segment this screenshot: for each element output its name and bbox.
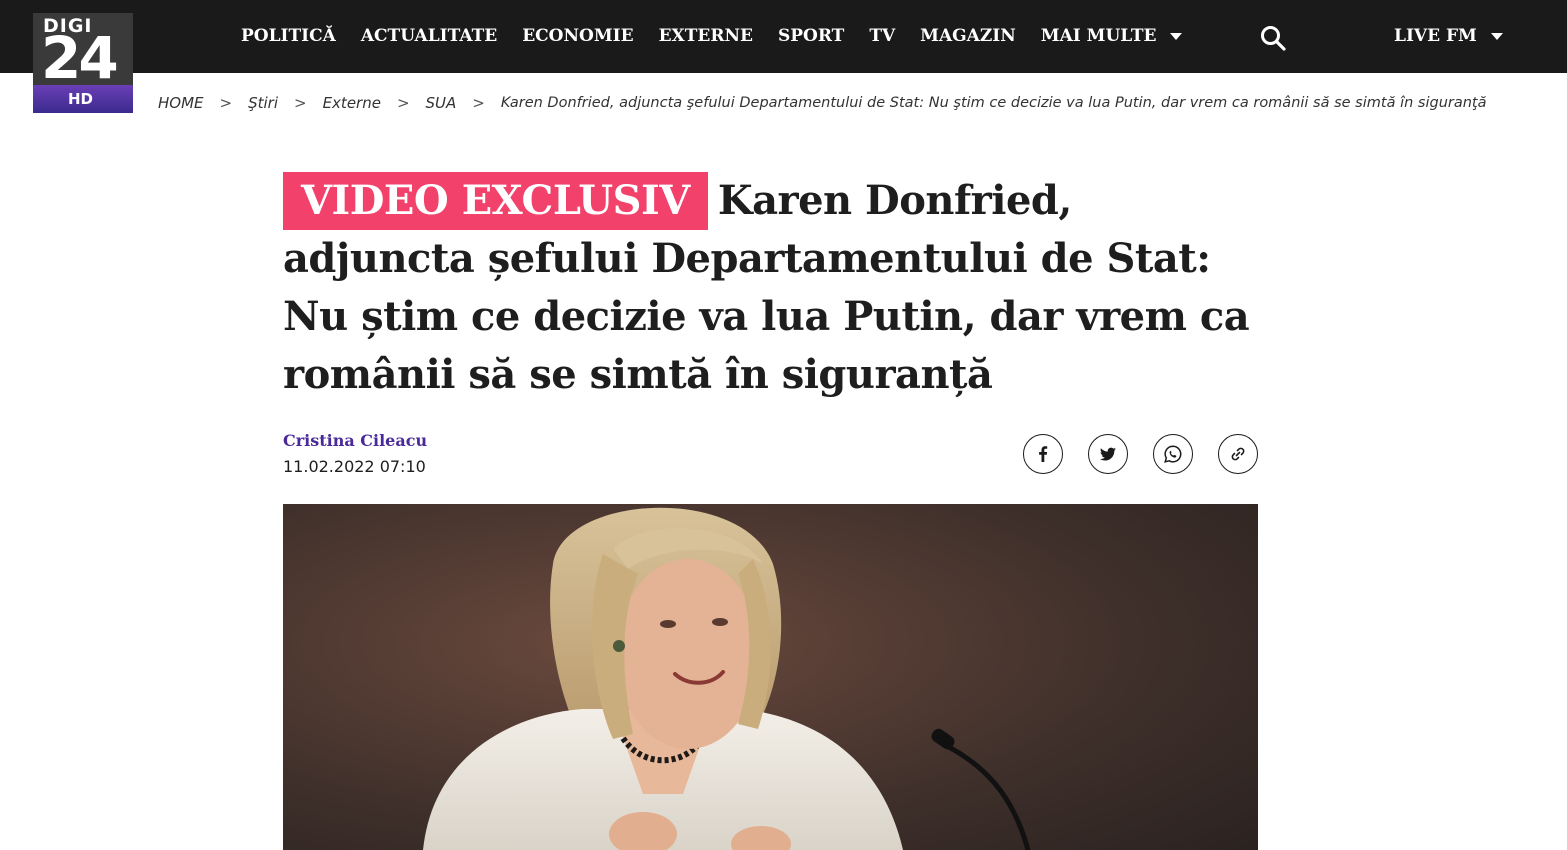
top-navigation-bar: POLITICĂ ACTUALITATE ECONOMIE EXTERNE SP… [0, 0, 1567, 73]
main-nav: POLITICĂ ACTUALITATE ECONOMIE EXTERNE SP… [241, 24, 1207, 48]
breadcrumb-separator: > [396, 94, 410, 112]
chevron-down-icon [1490, 32, 1503, 40]
video-exclusiv-tag: VIDEO EXCLUSIV [283, 172, 708, 230]
nav-item-sport[interactable]: SPORT [778, 24, 844, 48]
chevron-down-icon [1170, 32, 1183, 40]
nav-item-mai-multe[interactable]: MAI MULTE [1041, 24, 1183, 48]
search-button[interactable] [1259, 24, 1287, 52]
copy-link-button[interactable] [1218, 434, 1258, 474]
portrait-photo [283, 504, 1258, 850]
digi24-logo[interactable]: DIGI 24 HD [33, 13, 133, 113]
nav-item-actualitate[interactable]: ACTUALITATE [361, 24, 497, 48]
logo-badge: HD [33, 85, 133, 113]
nav-item-politica[interactable]: POLITICĂ [241, 24, 336, 48]
breadcrumb-separator: > [294, 94, 307, 112]
twitter-icon [1100, 447, 1116, 461]
nav-label: MAGAZIN [920, 26, 1016, 46]
logo-badge-text: HD [68, 90, 94, 108]
breadcrumb-current: Karen Donfried, adjuncta şefului Departa… [500, 95, 1487, 111]
nav-item-externe[interactable]: EXTERNE [659, 24, 753, 48]
publish-date: 11.02.2022 07:10 [283, 457, 426, 476]
nav-label: MAI MULTE [1040, 26, 1157, 46]
author-link[interactable]: Cristina Cileacu [283, 431, 427, 450]
nav-label: TV [869, 26, 896, 46]
breadcrumb-separator: > [472, 94, 485, 112]
logo-top: DIGI 24 [33, 13, 133, 85]
article-hero-image[interactable] [283, 504, 1258, 850]
breadcrumb: HOME > Ştiri > Externe > SUA > Karen Don… [158, 94, 1487, 112]
nav-label: POLITICĂ [241, 26, 336, 46]
share-twitter-button[interactable] [1088, 434, 1128, 474]
facebook-icon [1039, 446, 1048, 462]
article-title: VIDEO EXCLUSIV Karen Donfried, adjuncta ș… [283, 172, 1268, 404]
whatsapp-icon [1164, 445, 1182, 463]
live-fm-dropdown[interactable]: LIVE FM [1394, 24, 1503, 48]
link-icon [1231, 447, 1245, 461]
logo-number: 24 [41, 24, 119, 85]
nav-item-economie[interactable]: ECONOMIE [522, 24, 633, 48]
nav-label: ACTUALITATE [360, 26, 498, 46]
nav-label: EXTERNE [658, 26, 753, 46]
nav-label: ECONOMIE [522, 26, 634, 46]
share-facebook-button[interactable] [1023, 434, 1063, 474]
breadcrumb-stiri[interactable]: Ştiri [248, 94, 278, 112]
live-fm-label: LIVE FM [1394, 26, 1477, 46]
breadcrumb-sua[interactable]: SUA [426, 94, 457, 112]
search-icon [1261, 26, 1286, 51]
share-whatsapp-button[interactable] [1153, 434, 1193, 474]
breadcrumb-home[interactable]: HOME [158, 94, 204, 112]
nav-item-magazin[interactable]: MAGAZIN [920, 24, 1016, 48]
nav-label: SPORT [777, 26, 845, 46]
breadcrumb-externe[interactable]: Externe [323, 94, 381, 112]
nav-item-tv[interactable]: TV [869, 24, 895, 48]
breadcrumb-separator: > [219, 94, 233, 112]
